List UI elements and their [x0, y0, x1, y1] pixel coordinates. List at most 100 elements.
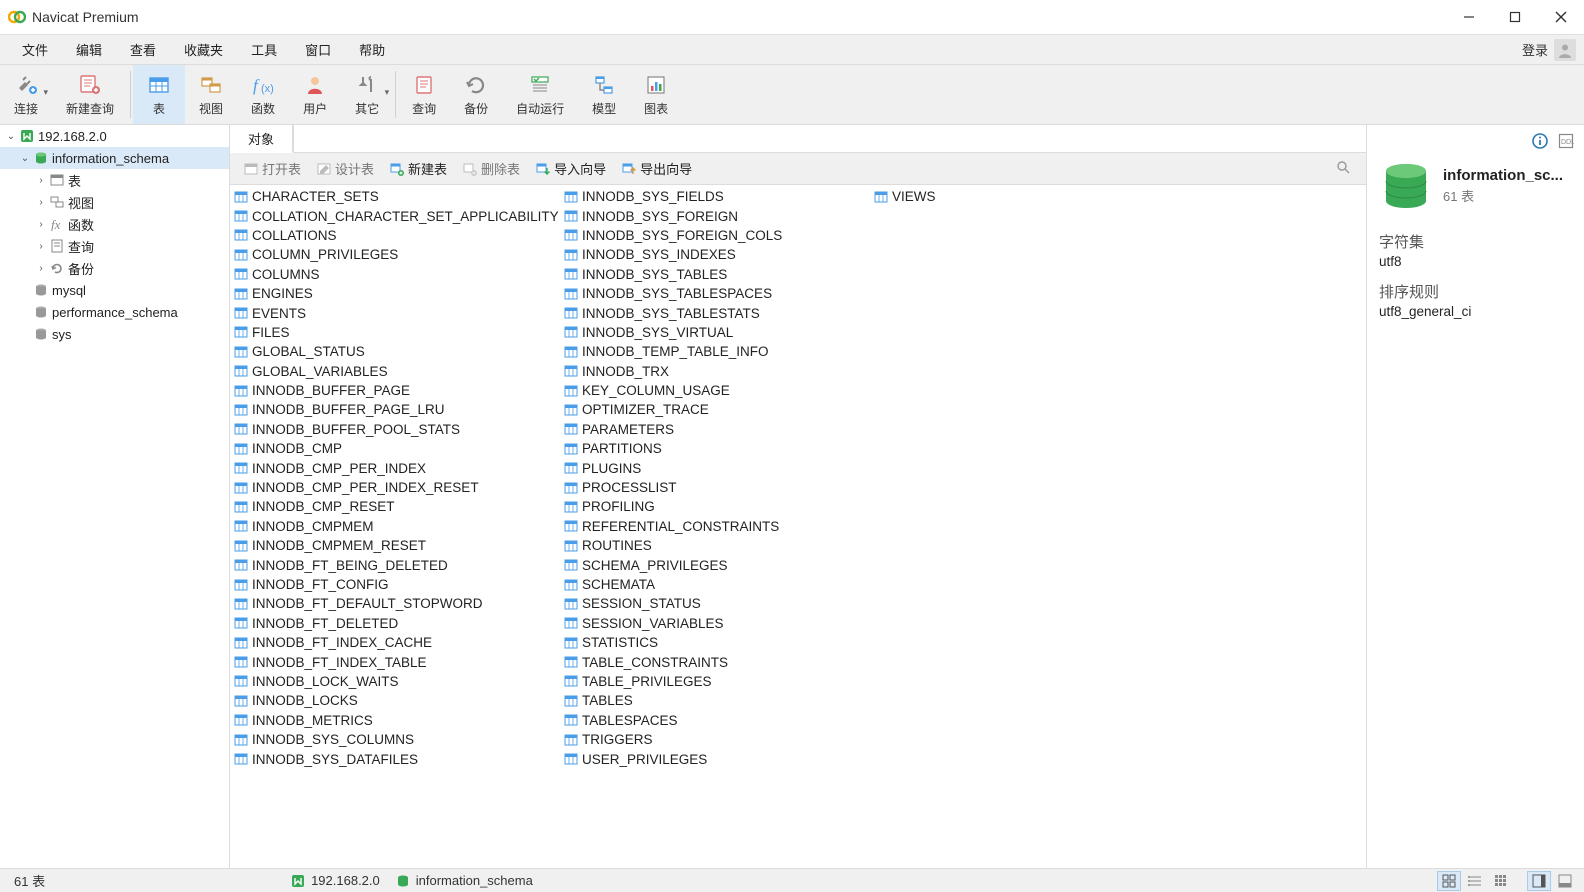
- toolbar-query-button[interactable]: 查询: [398, 65, 450, 124]
- chevron-right-icon[interactable]: ›: [34, 263, 48, 274]
- table-item[interactable]: REFERENTIAL_CONSTRAINTS: [564, 517, 874, 536]
- chevron-down-icon[interactable]: ⌄: [18, 153, 32, 164]
- table-item[interactable]: STATISTICS: [564, 633, 874, 652]
- table-item[interactable]: VIEWS: [874, 187, 1124, 206]
- table-item[interactable]: SCHEMATA: [564, 575, 874, 594]
- table-item[interactable]: COLUMN_PRIVILEGES: [234, 245, 564, 264]
- table-item[interactable]: INNODB_SYS_TABLESTATS: [564, 303, 874, 322]
- toolbar-newquery-button[interactable]: 新建查询: [52, 65, 128, 124]
- table-item[interactable]: GLOBAL_STATUS: [234, 342, 564, 361]
- chevron-right-icon[interactable]: ›: [34, 197, 48, 208]
- tree-connection[interactable]: ⌄ 192.168.2.0: [0, 125, 229, 147]
- menu-favorites[interactable]: 收藏夹: [170, 40, 237, 59]
- menu-edit[interactable]: 编辑: [62, 40, 116, 59]
- chevron-right-icon[interactable]: ›: [34, 175, 48, 186]
- delete-table-button[interactable]: 删除表: [455, 159, 528, 178]
- table-item[interactable]: SCHEMA_PRIVILEGES: [564, 555, 874, 574]
- search-button[interactable]: [1326, 160, 1360, 177]
- toolbar-connect-button[interactable]: 连接 ▾: [0, 65, 52, 124]
- design-table-button[interactable]: 设计表: [309, 159, 382, 178]
- table-item[interactable]: USER_PRIVILEGES: [564, 749, 874, 768]
- table-item[interactable]: OPTIMIZER_TRACE: [564, 400, 874, 419]
- menu-tools[interactable]: 工具: [237, 40, 291, 59]
- toolbar-chart-button[interactable]: 图表: [630, 65, 682, 124]
- tree-functions[interactable]: › fx 函数: [0, 213, 229, 235]
- table-item[interactable]: INNODB_CMPMEM: [234, 517, 564, 536]
- table-item[interactable]: INNODB_CMP_PER_INDEX_RESET: [234, 478, 564, 497]
- table-item[interactable]: INNODB_METRICS: [234, 711, 564, 730]
- toolbar-other-button[interactable]: 其它 ▾: [341, 65, 393, 124]
- info-button[interactable]: [1532, 133, 1548, 149]
- table-item[interactable]: INNODB_BUFFER_PAGE: [234, 381, 564, 400]
- toolbar-user-button[interactable]: 用户: [289, 65, 341, 124]
- table-item[interactable]: PROCESSLIST: [564, 478, 874, 497]
- table-item[interactable]: SESSION_STATUS: [564, 594, 874, 613]
- table-item[interactable]: INNODB_FT_INDEX_TABLE: [234, 652, 564, 671]
- chevron-right-icon[interactable]: ›: [34, 219, 48, 230]
- table-item[interactable]: INNODB_FT_BEING_DELETED: [234, 555, 564, 574]
- table-item[interactable]: INNODB_SYS_FOREIGN: [564, 206, 874, 225]
- table-item[interactable]: SESSION_VARIABLES: [564, 614, 874, 633]
- toolbar-backup-button[interactable]: 备份: [450, 65, 502, 124]
- chevron-down-icon[interactable]: ⌄: [4, 131, 18, 142]
- open-table-button[interactable]: 打开表: [236, 159, 309, 178]
- menu-file[interactable]: 文件: [8, 40, 62, 59]
- table-item[interactable]: INNODB_FT_DEFAULT_STOPWORD: [234, 594, 564, 613]
- tree-database-performance-schema[interactable]: performance_schema: [0, 301, 229, 323]
- menu-window[interactable]: 窗口: [291, 40, 345, 59]
- chevron-right-icon[interactable]: ›: [34, 241, 48, 252]
- show-right-panel-button[interactable]: [1527, 871, 1551, 891]
- table-item[interactable]: INNODB_FT_DELETED: [234, 614, 564, 633]
- view-list-button[interactable]: [1463, 871, 1487, 891]
- table-list[interactable]: CHARACTER_SETSCOLLATION_CHARACTER_SET_AP…: [230, 185, 1366, 868]
- toolbar-model-button[interactable]: 模型: [578, 65, 630, 124]
- table-item[interactable]: INNODB_LOCKS: [234, 691, 564, 710]
- table-item[interactable]: PARAMETERS: [564, 420, 874, 439]
- tab-objects[interactable]: 对象: [230, 125, 293, 153]
- tree-backups[interactable]: › 备份: [0, 257, 229, 279]
- toolbar-autorun-button[interactable]: 自动运行: [502, 65, 578, 124]
- toolbar-table-button[interactable]: 表: [133, 65, 185, 124]
- view-large-icons-button[interactable]: [1437, 871, 1461, 891]
- tree-database-information-schema[interactable]: ⌄ information_schema: [0, 147, 229, 169]
- table-item[interactable]: INNODB_LOCK_WAITS: [234, 672, 564, 691]
- table-item[interactable]: INNODB_FT_CONFIG: [234, 575, 564, 594]
- table-item[interactable]: TABLESPACES: [564, 711, 874, 730]
- table-item[interactable]: INNODB_TRX: [564, 362, 874, 381]
- table-item[interactable]: TABLE_CONSTRAINTS: [564, 652, 874, 671]
- tree-database-sys[interactable]: sys: [0, 323, 229, 345]
- tree-queries[interactable]: › 查询: [0, 235, 229, 257]
- table-item[interactable]: GLOBAL_VARIABLES: [234, 362, 564, 381]
- table-item[interactable]: INNODB_CMP_RESET: [234, 497, 564, 516]
- table-item[interactable]: INNODB_SYS_VIRTUAL: [564, 323, 874, 342]
- table-item[interactable]: INNODB_SYS_TABLESPACES: [564, 284, 874, 303]
- table-item[interactable]: ROUTINES: [564, 536, 874, 555]
- toolbar-view-button[interactable]: 视图: [185, 65, 237, 124]
- table-item[interactable]: INNODB_SYS_TABLES: [564, 265, 874, 284]
- table-item[interactable]: PARTITIONS: [564, 439, 874, 458]
- table-item[interactable]: INNODB_SYS_FOREIGN_COLS: [564, 226, 874, 245]
- new-table-button[interactable]: 新建表: [382, 159, 455, 178]
- table-item[interactable]: PLUGINS: [564, 458, 874, 477]
- table-item[interactable]: COLUMNS: [234, 265, 564, 284]
- table-item[interactable]: COLLATIONS: [234, 226, 564, 245]
- export-wizard-button[interactable]: 导出向导: [614, 159, 700, 178]
- table-item[interactable]: INNODB_BUFFER_POOL_STATS: [234, 420, 564, 439]
- view-details-button[interactable]: [1489, 871, 1513, 891]
- table-item[interactable]: INNODB_CMP: [234, 439, 564, 458]
- tree-views[interactable]: › 视图: [0, 191, 229, 213]
- table-item[interactable]: ENGINES: [234, 284, 564, 303]
- table-item[interactable]: INNODB_TEMP_TABLE_INFO: [564, 342, 874, 361]
- table-item[interactable]: COLLATION_CHARACTER_SET_APPLICABILITY: [234, 206, 564, 225]
- close-button[interactable]: [1538, 0, 1584, 35]
- table-item[interactable]: TRIGGERS: [564, 730, 874, 749]
- tree-database-mysql[interactable]: mysql: [0, 279, 229, 301]
- table-item[interactable]: KEY_COLUMN_USAGE: [564, 381, 874, 400]
- menu-help[interactable]: 帮助: [345, 40, 399, 59]
- toolbar-function-button[interactable]: f(x) 函数: [237, 65, 289, 124]
- table-item[interactable]: INNODB_SYS_FIELDS: [564, 187, 874, 206]
- table-item[interactable]: PROFILING: [564, 497, 874, 516]
- tree-tables[interactable]: › 表: [0, 169, 229, 191]
- table-item[interactable]: INNODB_CMPMEM_RESET: [234, 536, 564, 555]
- table-item[interactable]: CHARACTER_SETS: [234, 187, 564, 206]
